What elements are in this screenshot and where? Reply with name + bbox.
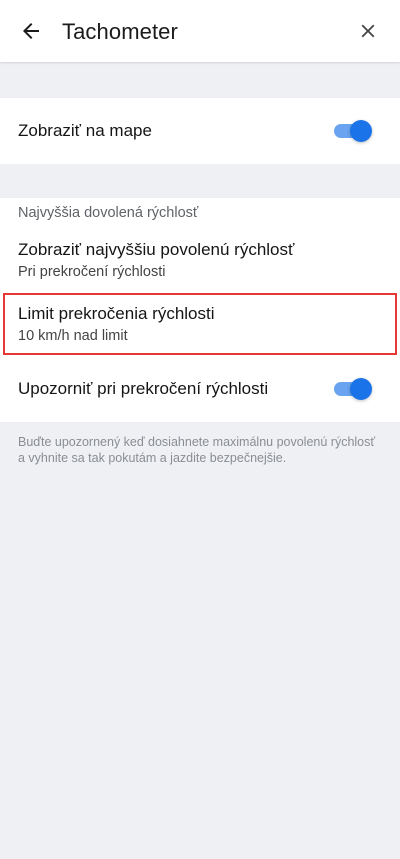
overspeed-limit-subtitle: 10 km/h nad limit <box>18 327 128 344</box>
toggle-thumb <box>350 378 372 400</box>
show-max-speed-title: Zobraziť najvyššiu povolenú rýchlosť <box>18 239 295 259</box>
toggle-thumb <box>350 120 372 142</box>
page-title: Tachometer <box>62 19 178 44</box>
show-on-map-label: Zobraziť na mape <box>18 121 152 140</box>
close-icon <box>361 24 375 38</box>
show-on-map-row[interactable]: Zobraziť na mape <box>0 98 400 164</box>
warn-overspeed-toggle[interactable] <box>334 378 372 400</box>
section-header-speed-limit: Najvyššia dovolená rýchlosť <box>0 198 400 228</box>
close-button[interactable] <box>348 11 388 51</box>
back-button[interactable] <box>11 11 51 51</box>
show-on-map-toggle[interactable] <box>334 120 372 142</box>
speed-limit-card: Najvyššia dovolená rýchlosť Zobraziť naj… <box>0 198 400 422</box>
app-header: Tachometer <box>0 0 400 62</box>
warn-overspeed-row[interactable]: Upozorniť pri prekročení rýchlosti <box>0 356 400 422</box>
show-max-speed-subtitle: Pri prekročení rýchlosti <box>18 263 166 280</box>
overspeed-limit-row[interactable]: Limit prekročenia rýchlosti 10 km/h nad … <box>0 292 400 356</box>
show-max-speed-row[interactable]: Zobraziť najvyššiu povolenú rýchlosť Pri… <box>0 228 400 292</box>
footer-note: Buďte upozornený keď dosiahnete maximáln… <box>18 435 376 465</box>
overspeed-limit-title: Limit prekročenia rýchlosti <box>18 303 215 323</box>
map-settings-card: Zobraziť na mape <box>0 98 400 164</box>
arrow-left-icon <box>23 23 39 39</box>
warn-overspeed-label: Upozorniť pri prekročení rýchlosti <box>18 379 269 398</box>
